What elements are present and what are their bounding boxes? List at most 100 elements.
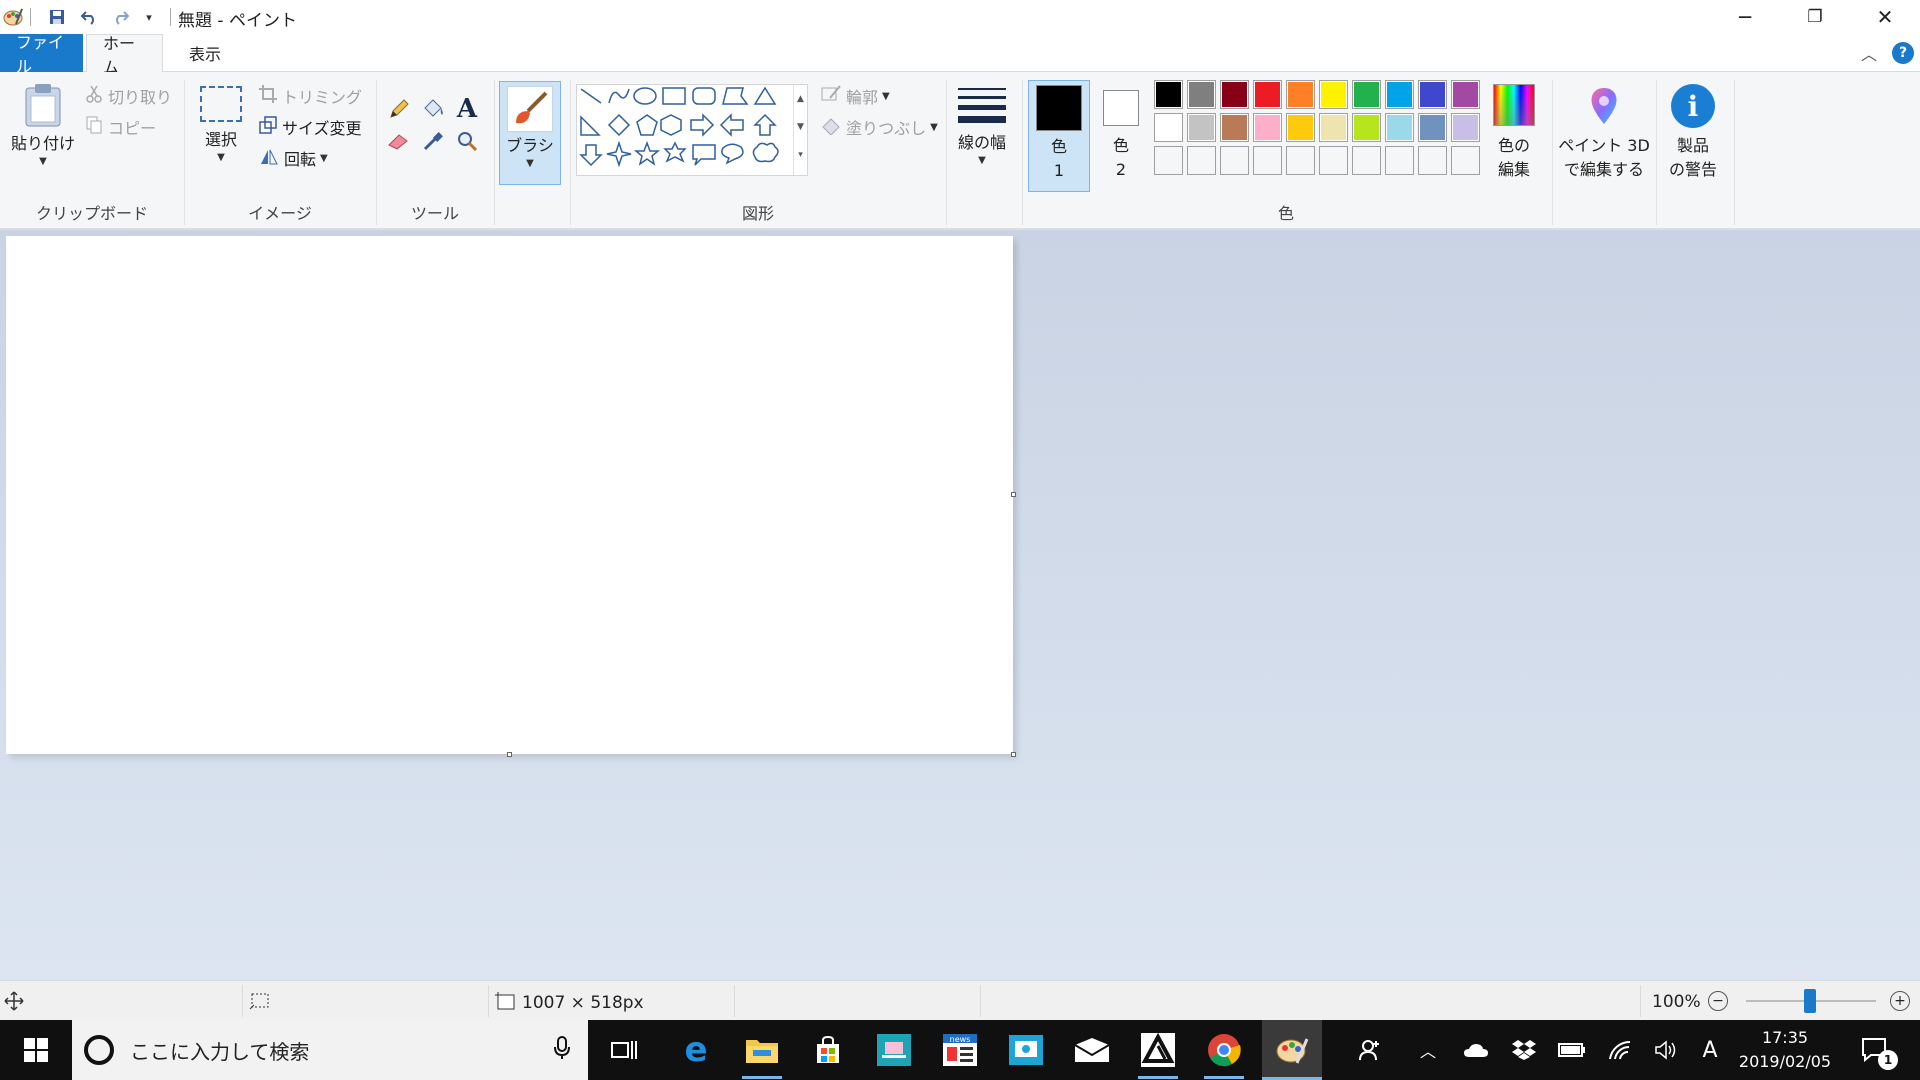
tab-home[interactable]: ホーム [86, 34, 163, 77]
microphone-icon[interactable] [554, 1036, 570, 1064]
fill-bucket-icon[interactable] [418, 94, 448, 124]
minimize-button[interactable]: ─ [1710, 0, 1780, 34]
palette-swatch-empty[interactable] [1154, 146, 1183, 175]
paint-app-icon[interactable] [2, 6, 24, 28]
paste-button[interactable]: 貼り付け ▼ [8, 82, 78, 192]
copy-button[interactable]: コピー [84, 115, 156, 139]
canvas-resize-handle-bottom[interactable] [507, 752, 512, 757]
chrome-icon[interactable] [1204, 1030, 1244, 1070]
fill-button[interactable]: 塗りつぶし ▼ [820, 115, 938, 139]
show-hidden-icons-icon[interactable]: ︿ [1408, 1020, 1448, 1080]
volume-icon[interactable] [1646, 1020, 1686, 1080]
brushes-button[interactable]: ブラシ ▼ [499, 81, 561, 185]
palette-swatch-empty[interactable] [1451, 146, 1480, 175]
rotate-button[interactable]: 回転 ▼ [258, 146, 328, 170]
palette-swatch[interactable] [1253, 113, 1282, 142]
clock[interactable]: 17:35 2019/02/05 [1730, 1026, 1840, 1074]
resize-button[interactable]: サイズ変更 [258, 115, 362, 139]
text-tool-icon[interactable]: A [452, 94, 482, 124]
paint-taskbar-icon[interactable] [1262, 1020, 1322, 1080]
magnifier-icon[interactable] [452, 126, 482, 156]
palette-swatch-empty[interactable] [1418, 146, 1447, 175]
task-view-icon[interactable] [604, 1030, 644, 1070]
shapes-gallery-icons[interactable] [577, 85, 793, 175]
zoom-out-button[interactable]: − [1708, 991, 1728, 1011]
palette-swatch[interactable] [1154, 80, 1183, 109]
help-icon[interactable]: ? [1892, 42, 1914, 64]
palette-swatch-empty[interactable] [1220, 146, 1249, 175]
color2-button[interactable]: 色 2 [1092, 80, 1150, 192]
palette-swatch[interactable] [1418, 80, 1447, 109]
palette-swatch-empty[interactable] [1319, 146, 1348, 175]
tab-file[interactable]: ファイル [0, 33, 83, 76]
photos-app-icon[interactable] [1006, 1030, 1046, 1070]
canvas-resize-handle-corner[interactable] [1011, 752, 1016, 757]
palette-swatch-empty[interactable] [1385, 146, 1414, 175]
select-button[interactable]: 選択 ▼ [194, 86, 248, 196]
palette-swatch[interactable] [1286, 80, 1315, 109]
product-alert-button[interactable]: i 製品 の警告 [1660, 82, 1726, 192]
eraser-icon[interactable] [384, 126, 414, 156]
redo-icon[interactable] [110, 6, 132, 28]
palette-swatch[interactable] [1451, 80, 1480, 109]
palette-swatch-empty[interactable] [1253, 146, 1282, 175]
dropbox-icon[interactable] [1504, 1020, 1544, 1080]
palette-swatch[interactable] [1253, 80, 1282, 109]
drawing-canvas[interactable] [6, 236, 1013, 754]
wifi-icon[interactable] [1600, 1020, 1640, 1080]
customize-qat-icon[interactable]: ▾ [138, 6, 160, 28]
windows-start-icon[interactable] [16, 1030, 56, 1070]
collapse-ribbon-icon[interactable]: ︿ [1858, 42, 1880, 64]
palette-swatch-color [1452, 147, 1479, 174]
triangle-app-icon[interactable] [1138, 1030, 1178, 1070]
palette-swatch[interactable] [1220, 113, 1249, 142]
laptop-app-icon[interactable] [874, 1030, 914, 1070]
taskbar-search-box[interactable]: ここに入力して検索 [72, 1020, 588, 1080]
cut-button[interactable]: 切り取り [84, 84, 172, 108]
file-explorer-icon[interactable] [742, 1030, 782, 1070]
close-button[interactable]: ✕ [1850, 0, 1920, 34]
palette-swatch-empty[interactable] [1187, 146, 1216, 175]
canvas-resize-handle-right[interactable] [1011, 492, 1016, 497]
palette-swatch-empty[interactable] [1352, 146, 1381, 175]
zoom-in-button[interactable]: + [1890, 991, 1910, 1011]
palette-swatch[interactable] [1286, 113, 1315, 142]
crop-button[interactable]: トリミング [258, 84, 362, 108]
palette-swatch[interactable] [1187, 113, 1216, 142]
color1-button[interactable]: 色 1 [1028, 80, 1090, 192]
palette-swatch-empty[interactable] [1286, 146, 1315, 175]
store-icon[interactable] [808, 1030, 848, 1070]
people-icon[interactable] [1350, 1020, 1390, 1080]
news-app-icon[interactable]: news [940, 1030, 980, 1070]
palette-swatch[interactable] [1352, 80, 1381, 109]
zoom-slider-thumb[interactable] [1804, 989, 1816, 1013]
size-button[interactable]: 線の幅 ▼ [952, 84, 1012, 192]
maximize-button[interactable]: ❐ [1780, 0, 1850, 34]
edit-with-paint3d-button[interactable]: ペイント 3D で編集する [1556, 82, 1652, 192]
palette-swatch[interactable] [1319, 80, 1348, 109]
palette-swatch[interactable] [1187, 80, 1216, 109]
palette-swatch[interactable] [1154, 113, 1183, 142]
edge-browser-icon[interactable]: e [676, 1030, 716, 1070]
palette-swatch[interactable] [1385, 80, 1414, 109]
ime-indicator[interactable]: A [1690, 1020, 1730, 1080]
shapes-scroll[interactable]: ▲ ▼ ▾ [793, 85, 807, 175]
palette-swatch[interactable] [1319, 113, 1348, 142]
palette-swatch[interactable] [1418, 113, 1447, 142]
tab-view[interactable]: 表示 [170, 34, 240, 72]
onedrive-icon[interactable] [1456, 1020, 1496, 1080]
mail-icon[interactable] [1072, 1030, 1112, 1070]
outline-button[interactable]: 輪郭 ▼ [820, 84, 890, 108]
palette-swatch[interactable] [1451, 113, 1480, 142]
palette-swatch[interactable] [1352, 113, 1381, 142]
palette-swatch[interactable] [1220, 80, 1249, 109]
color-picker-icon[interactable] [418, 126, 448, 156]
edit-colors-button[interactable]: 色の 編集 [1488, 82, 1540, 192]
undo-icon[interactable] [78, 6, 100, 28]
battery-icon[interactable] [1552, 1020, 1592, 1080]
color2-swatch [1103, 90, 1139, 126]
palette-swatch[interactable] [1385, 113, 1414, 142]
action-center-icon[interactable]: 1 [1850, 1020, 1900, 1080]
save-icon[interactable] [46, 6, 68, 28]
pencil-icon[interactable] [384, 94, 414, 124]
